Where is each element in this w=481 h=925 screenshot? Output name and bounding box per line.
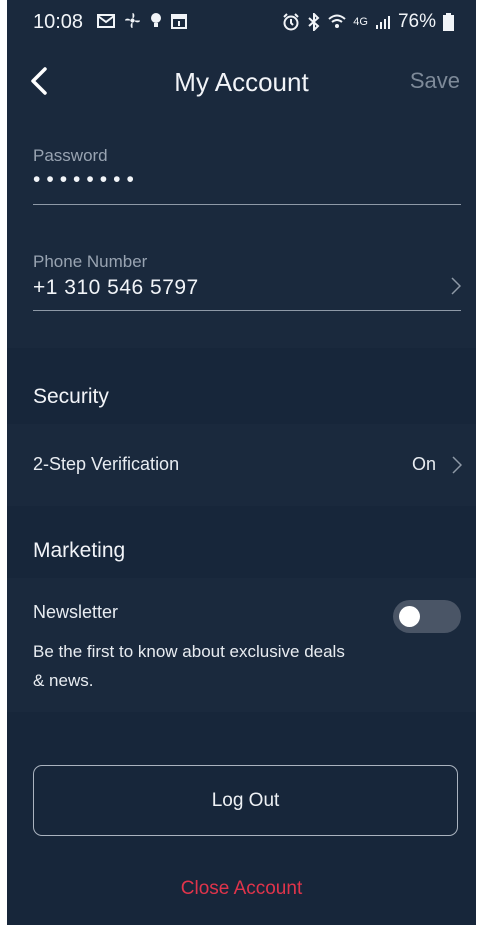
calendar-icon (171, 13, 187, 29)
newsletter-row: Newsletter Be the first to know about ex… (7, 578, 476, 712)
battery-percent: 76% (397, 11, 436, 32)
password-underline (33, 204, 461, 205)
chevron-right-icon (452, 456, 462, 474)
save-button[interactable]: Save (410, 68, 460, 94)
top-nav-bar: My Account Save (7, 46, 476, 122)
page-title: My Account (174, 67, 309, 97)
newsletter-label: Newsletter (33, 602, 119, 622)
password-value: •••••••• (33, 168, 140, 191)
fan-icon (125, 13, 140, 28)
password-field[interactable]: Password •••••••• (33, 146, 461, 206)
lte-signal-icon (375, 16, 390, 29)
notification-icons (97, 12, 187, 29)
two-step-status: On (411, 454, 436, 474)
bulb-icon (151, 13, 161, 27)
marketing-heading: Marketing (33, 539, 126, 562)
log-out-button[interactable]: Log Out (33, 765, 458, 836)
phone-number-label: Phone Number (33, 252, 148, 271)
two-step-label: 2-Step Verification (33, 454, 180, 474)
newsletter-toggle[interactable] (393, 600, 461, 633)
app-screen: 10:08 4G 76% My Account Save Password ••… (7, 0, 476, 925)
mail-icon (97, 13, 115, 28)
phone-number-value: +1 310 546 5797 (33, 276, 199, 299)
wifi-icon (328, 14, 346, 28)
status-time: 10:08 (33, 11, 84, 33)
system-icons: 4G 76% (282, 11, 454, 33)
phone-underline (33, 310, 461, 311)
security-header: Security (7, 348, 476, 424)
security-heading: Security (33, 385, 109, 408)
two-step-verification-row[interactable]: 2-Step Verification On (7, 424, 476, 506)
account-fields-section: Password •••••••• Phone Number +1 310 54… (7, 122, 476, 348)
status-bar: 10:08 4G 76% (7, 0, 476, 46)
phone-number-field[interactable]: Phone Number +1 310 546 5797 (33, 252, 461, 312)
alarm-icon (283, 13, 299, 31)
battery-icon (443, 13, 454, 31)
chevron-right-icon (451, 277, 461, 295)
toggle-knob (399, 606, 420, 627)
bluetooth-icon (308, 13, 320, 31)
password-label: Password (33, 146, 108, 165)
newsletter-description: Be the first to know about exclusive dea… (33, 642, 345, 690)
network-type: 4G (353, 16, 368, 28)
close-account-link[interactable]: Close Account (7, 878, 476, 900)
